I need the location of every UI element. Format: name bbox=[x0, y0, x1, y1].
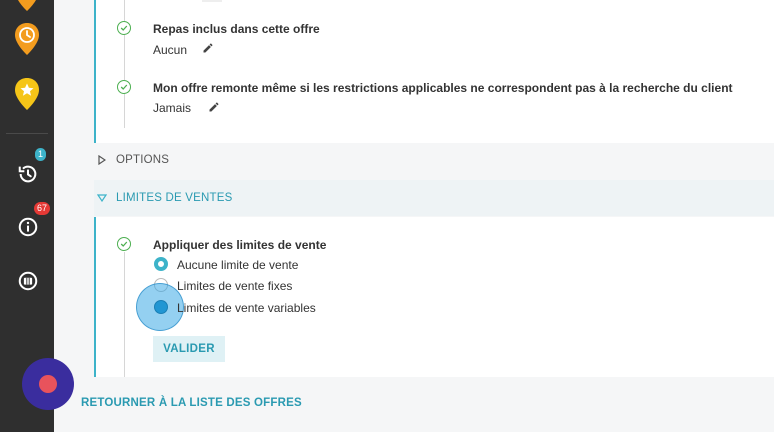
orange-pin-icon[interactable] bbox=[14, 0, 40, 12]
row-title: Mon offre remonte même si les restrictio… bbox=[153, 81, 733, 95]
briefcase-icon bbox=[18, 271, 38, 291]
main-content: Repas inclus dans cette offre Aucun Mon … bbox=[54, 0, 774, 432]
row-value: Aucun bbox=[153, 43, 188, 57]
caret-right-icon bbox=[98, 155, 106, 165]
edit-button-edge bbox=[202, 0, 222, 2]
radio-selected[interactable] bbox=[154, 257, 168, 271]
briefcase-button[interactable] bbox=[15, 268, 41, 294]
check-icon bbox=[117, 21, 131, 35]
radio-option-variables[interactable]: Limites de vente variables bbox=[153, 299, 413, 317]
timeline-line bbox=[124, 0, 125, 128]
back-to-offers-link[interactable]: RETOURNER À LA LISTE DES OFFRES bbox=[81, 397, 302, 409]
info-icon bbox=[18, 217, 38, 237]
sidebar-divider bbox=[6, 133, 48, 134]
options-section-header[interactable]: OPTIONS bbox=[94, 143, 774, 179]
radio-label: Limites de vente fixes bbox=[177, 279, 293, 293]
star-pin-icon[interactable] bbox=[14, 77, 40, 111]
check-icon bbox=[117, 237, 131, 251]
edit-button[interactable] bbox=[198, 38, 218, 58]
info-badge: 67 bbox=[34, 202, 51, 215]
valider-button[interactable]: VALIDER bbox=[153, 336, 225, 362]
history-badge: 1 bbox=[35, 148, 47, 161]
timeline-line bbox=[124, 252, 125, 377]
pencil-icon bbox=[209, 102, 219, 112]
info-button[interactable] bbox=[15, 214, 41, 240]
radio-label: Aucune limite de vente bbox=[177, 258, 299, 272]
caret-down-icon bbox=[97, 194, 107, 202]
history-button[interactable] bbox=[15, 161, 41, 187]
record-button[interactable] bbox=[22, 358, 74, 410]
limites-section-header[interactable]: LIMITES DE VENTES bbox=[94, 180, 774, 216]
pencil-icon bbox=[203, 43, 213, 53]
radio-pressed[interactable] bbox=[154, 300, 168, 314]
card-accent bbox=[94, 217, 96, 377]
record-dot-icon bbox=[39, 375, 57, 393]
check-icon bbox=[117, 80, 131, 94]
radio-label: Limites de vente variables bbox=[177, 301, 316, 315]
options-label: OPTIONS bbox=[116, 154, 170, 166]
limits-title: Appliquer des limites de vente bbox=[153, 238, 327, 252]
row-value: Jamais bbox=[153, 101, 192, 115]
limites-label: LIMITES DE VENTES bbox=[116, 192, 233, 204]
radio-option-aucune[interactable]: Aucune limite de vente bbox=[153, 256, 413, 274]
history-icon bbox=[18, 165, 37, 183]
row-title: Repas inclus dans cette offre bbox=[153, 22, 320, 36]
radio-option-fixes[interactable]: Limites de vente fixes bbox=[153, 277, 413, 295]
edit-button[interactable] bbox=[204, 97, 224, 117]
clock-pin-icon[interactable] bbox=[14, 22, 40, 56]
card-accent bbox=[94, 0, 96, 143]
